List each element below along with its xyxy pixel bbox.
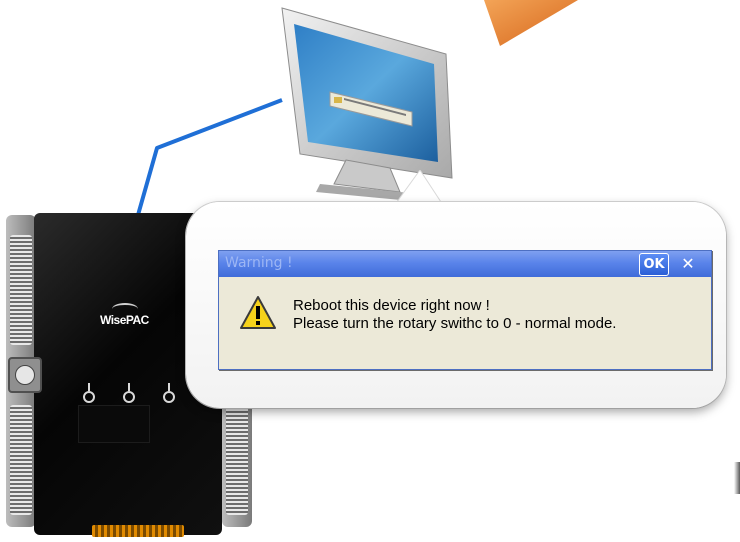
dialog-body: Reboot this device right now ! Please tu… xyxy=(219,277,711,369)
edge-shape xyxy=(734,462,740,494)
brand-logo: WisePAC xyxy=(100,303,149,327)
rotary-switch-icon[interactable] xyxy=(8,357,42,393)
led-icon xyxy=(82,383,96,405)
terminal-block xyxy=(92,525,184,537)
message-line-2: Please turn the rotary swithc to 0 - nor… xyxy=(293,315,617,332)
dialog-titlebar[interactable]: Warning ! OK ✕ xyxy=(219,251,711,277)
device-display xyxy=(78,405,150,443)
warning-icon xyxy=(240,296,276,329)
message-line-1: Reboot this device right now ! xyxy=(293,297,490,314)
dialog-message: Reboot this device right now ! Please tu… xyxy=(293,297,616,333)
close-icon[interactable]: ✕ xyxy=(674,253,702,274)
heat-fins xyxy=(10,405,32,515)
dialog-title: Warning ! xyxy=(225,255,293,271)
heat-fins xyxy=(226,405,248,515)
led-icon xyxy=(122,383,136,405)
heat-fins xyxy=(10,235,32,345)
ok-button[interactable]: OK xyxy=(639,253,669,276)
warning-dialog: Warning ! OK ✕ Reboot this device right … xyxy=(218,250,712,370)
led-icon xyxy=(162,383,176,405)
